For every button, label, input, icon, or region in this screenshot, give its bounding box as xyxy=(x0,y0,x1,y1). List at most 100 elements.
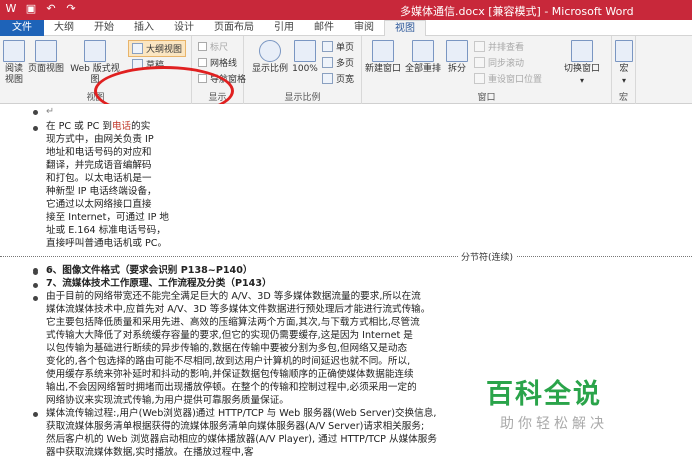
doc-line: 以包传输为基础进行断续的异步传输的,数据在传输中要被分割为多包,但网络又是动态 xyxy=(46,343,408,354)
section-break-label: 分节符(连续) xyxy=(458,250,517,263)
sync-scroll-button[interactable]: 同步滚动 xyxy=(474,56,524,69)
watermark-logo: 百科全说 助你轻松解决 xyxy=(486,372,646,433)
zoom-group: 显示比例 100% 单页 多页 页宽 显示比例 xyxy=(244,36,362,104)
zoom-group-label: 显示比例 xyxy=(284,93,321,103)
read-mode-label: 阅读 视图 xyxy=(4,64,23,85)
doc-line: 式传输大大降低了对系统缓存容量的要求,但它的实现仍需要缓存,这是因为 Inter… xyxy=(46,330,413,341)
heading-6: 6、图像文件格式（要求会识别 P138~P140） xyxy=(46,265,253,276)
zoom-label: 显示比例 xyxy=(251,64,288,74)
section-break-line xyxy=(0,256,692,257)
one-page-button[interactable]: 单页 xyxy=(322,40,354,53)
save-icon[interactable]: ▣ xyxy=(24,2,38,16)
page-icon xyxy=(35,40,57,62)
outline-bullet xyxy=(33,270,38,275)
tab-view[interactable]: 视图 xyxy=(384,20,426,36)
arrange-all-button[interactable]: 全部重排 xyxy=(404,40,442,75)
macros-icon xyxy=(615,40,633,62)
page-width-icon xyxy=(322,73,333,84)
reset-position-button[interactable]: 重设窗口位置 xyxy=(474,72,542,85)
outline-icon xyxy=(132,43,143,54)
side-by-side-button[interactable]: 并排查看 xyxy=(474,40,524,53)
doc-line: 使用缓存系统来弥补延时和抖动的影响,并保证数据包传输顺序的正确使媒体数据能连续 xyxy=(46,369,414,380)
split-button[interactable]: 拆分 xyxy=(444,40,470,75)
watermark-title: 百科全说 xyxy=(486,379,602,410)
split-label: 拆分 xyxy=(447,64,466,74)
doc-line: 翻译，并完成语音编解码 xyxy=(46,160,152,171)
redo-icon[interactable]: ↷ xyxy=(64,2,78,16)
one-page-icon xyxy=(322,41,333,52)
empty-paragraph-mark: ↵ xyxy=(46,106,55,117)
tab-file[interactable]: 文件 xyxy=(0,20,44,36)
gridlines-check-icon xyxy=(198,58,207,67)
window-group: 新建窗口 全部重排 拆分 并排查看 同步滚动 重设窗口位置 切换窗口 ▾ 窗口 xyxy=(362,36,612,104)
zoom-100-button[interactable]: 100% xyxy=(292,40,318,75)
doc-line: 获取流媒体服务清单根据获得的流媒体服务清单向媒体服务器(A/V Server)请… xyxy=(46,421,425,432)
tab-outline[interactable]: 大纲 xyxy=(44,20,84,36)
doc-line: 它主要包括降低质量和采用先进、高效的压缩算法两个方面,其次,与下载方式相比,尽管… xyxy=(46,317,420,328)
window-group-label: 窗口 xyxy=(477,93,496,103)
print-layout-button[interactable]: 页面视图 xyxy=(28,40,64,75)
switch-windows-button[interactable]: 切换窗口 ▾ xyxy=(558,40,606,86)
page-width-button[interactable]: 页宽 xyxy=(322,72,354,85)
macros-label: 宏 xyxy=(619,64,629,74)
tab-mailings[interactable]: 邮件 xyxy=(304,20,344,36)
heading-7: 7、流媒体技术工作原理、工作流程及分类（P143） xyxy=(46,278,272,289)
new-window-icon xyxy=(372,40,394,62)
read-mode-button[interactable]: 阅读 视图 xyxy=(2,40,26,86)
macros-group-label: 宏 xyxy=(618,93,628,103)
document-area[interactable]: ↵ 在 PC 或 PC 到电话的实 现方式中，由网关负责 IP 地址和电话号码的… xyxy=(0,104,692,462)
tab-design[interactable]: 设计 xyxy=(164,20,204,36)
reset-position-icon xyxy=(474,73,485,84)
doc-line: 器中获取流媒体数据,实时播放。在播放过程中,客 xyxy=(46,447,254,458)
side-by-side-icon xyxy=(474,41,485,52)
split-icon xyxy=(446,40,468,62)
undo-icon[interactable]: ↶ xyxy=(44,2,58,16)
new-window-button[interactable]: 新建窗口 xyxy=(364,40,402,75)
arrange-all-label: 全部重排 xyxy=(404,64,441,74)
ruler-checkbox[interactable]: 标尺 xyxy=(198,40,228,53)
tab-page-layout[interactable]: 页面布局 xyxy=(204,20,264,36)
web-page-icon xyxy=(84,40,106,62)
switch-windows-label: 切换窗口 xyxy=(563,64,600,74)
doc-line: 在 PC 或 PC 到电话的实 xyxy=(46,121,151,132)
doc-line: 接至 Internet，可通过 IP 地 xyxy=(46,212,170,223)
sync-scroll-icon xyxy=(474,57,485,68)
gridlines-label: 网格线 xyxy=(210,59,238,69)
one-page-label: 单页 xyxy=(336,43,355,53)
doc-line: 种新型 IP 电话终端设备， xyxy=(46,186,157,197)
multi-page-icon xyxy=(322,57,333,68)
outline-view-button[interactable]: 大纲视图 xyxy=(128,40,187,57)
tab-insert[interactable]: 插入 xyxy=(124,20,164,36)
outline-view-label: 大纲视图 xyxy=(146,45,183,55)
doc-line: 和打包。以太电话机是一 xyxy=(46,173,152,184)
outline-bullet xyxy=(33,283,38,288)
ribbon: 阅读 视图 页面视图 Web 版式视图 大纲视图 草稿 视图 标尺 网格线 导航… xyxy=(0,36,692,116)
tab-home[interactable]: 开始 xyxy=(84,20,124,36)
multi-page-button[interactable]: 多页 xyxy=(322,56,354,69)
doc-line: 它通过以太网络接口直接 xyxy=(46,199,152,210)
multi-page-label: 多页 xyxy=(336,59,355,69)
phone-link[interactable]: 电话 xyxy=(112,121,131,132)
doc-line: 网络协议来实现流式传输,为用户提供可靠服务质量保证。 xyxy=(46,395,289,406)
outline-bullet xyxy=(33,110,38,115)
hundred-percent-icon xyxy=(294,40,316,62)
macros-group: 宏 ▾ 宏 xyxy=(612,36,636,104)
outline-bullet xyxy=(33,296,38,301)
doc-line: 媒体流传输过程:,用户(Web浏览器)通过 HTTP/TCP 与 Web 服务器… xyxy=(46,408,437,419)
reset-position-label: 重设窗口位置 xyxy=(488,75,543,85)
tab-review[interactable]: 审阅 xyxy=(344,20,384,36)
doc-line: 由于目前的网络带宽还不能完全满足巨大的 A/V、3D 等多媒体数据流量的要求,所… xyxy=(46,291,421,302)
gridlines-checkbox[interactable]: 网格线 xyxy=(198,56,237,69)
doc-line: 现方式中，由网关负责 IP xyxy=(46,134,154,145)
doc-line: 址或 E.164 标准电话号码， xyxy=(46,225,166,236)
outline-bullet xyxy=(33,126,38,131)
doc-line: 然后客户机的 Web 浏览器启动相应的媒体播放器(A/V Player), 通过… xyxy=(46,434,437,445)
sync-scroll-label: 同步滚动 xyxy=(488,59,525,69)
macros-chevron-icon: ▾ xyxy=(621,76,626,85)
window-title: 多媒体通信.docx [兼容模式] - Microsoft Word xyxy=(400,5,634,18)
ruler-check-icon xyxy=(198,42,207,51)
quick-access-toolbar: W ▣ ↶ ↷ xyxy=(4,2,78,16)
tab-references[interactable]: 引用 xyxy=(264,20,304,36)
macros-button[interactable]: 宏 ▾ xyxy=(614,40,634,86)
zoom-button[interactable]: 显示比例 xyxy=(250,40,290,75)
